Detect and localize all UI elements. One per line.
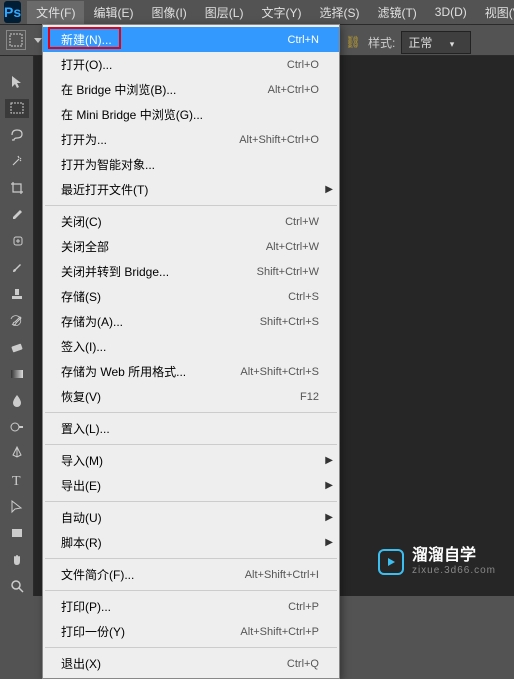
submenu-arrow-icon: ▶ (325, 455, 333, 466)
menu-3d[interactable]: 3D(D) (426, 2, 476, 22)
menu-item[interactable]: 恢复(V)F12 (43, 384, 339, 409)
path-tool[interactable] (5, 497, 29, 517)
menu-item[interactable]: 在 Mini Bridge 中浏览(G)... (43, 102, 339, 127)
menu-separator (45, 205, 337, 206)
menu-separator (45, 412, 337, 413)
move-tool[interactable] (5, 72, 29, 92)
dropdown-arrow-icon[interactable] (34, 36, 42, 44)
menu-type[interactable]: 文字(Y) (252, 1, 310, 24)
submenu-arrow-icon: ▶ (325, 480, 333, 491)
menu-filter[interactable]: 滤镜(T) (368, 1, 425, 24)
menu-item[interactable]: 置入(L)... (43, 416, 339, 441)
marquee-tool[interactable] (5, 99, 29, 119)
zoom-tool[interactable] (5, 576, 29, 596)
menu-item[interactable]: 退出(X)Ctrl+Q (43, 651, 339, 676)
watermark-url: zixue.3d66.com (412, 565, 496, 576)
healing-tool[interactable] (5, 231, 29, 251)
blur-tool[interactable] (5, 391, 29, 411)
menu-item[interactable]: 打开为智能对象... (43, 152, 339, 177)
menu-item[interactable]: 存储为 Web 所用格式...Alt+Shift+Ctrl+S (43, 359, 339, 384)
stamp-tool[interactable] (5, 284, 29, 304)
menu-view[interactable]: 视图(V (476, 1, 514, 24)
gradient-tool[interactable] (5, 364, 29, 384)
svg-text:T: T (12, 474, 21, 488)
menu-file[interactable]: 文件(F) (27, 1, 84, 24)
menu-item[interactable]: 文件简介(F)...Alt+Shift+Ctrl+I (43, 562, 339, 587)
menu-item[interactable]: 打开(O)...Ctrl+O (43, 52, 339, 77)
menu-item[interactable]: 关闭全部Alt+Ctrl+W (43, 234, 339, 259)
menu-item[interactable]: 导出(E)▶ (43, 473, 339, 498)
marquee-tool-icon[interactable] (6, 30, 26, 50)
eyedropper-tool[interactable] (5, 205, 29, 225)
watermark-title: 溜溜自学 (412, 547, 496, 565)
menu-item[interactable]: 打印(P)...Ctrl+P (43, 594, 339, 619)
style-select[interactable]: 正常 ▾ (401, 31, 471, 54)
menu-item[interactable]: 存储为(A)...Shift+Ctrl+S (43, 309, 339, 334)
ps-logo: Ps (4, 1, 21, 23)
menu-item[interactable]: 签入(I)... (43, 334, 339, 359)
crop-tool[interactable] (5, 178, 29, 198)
watermark: 溜溜自学 zixue.3d66.com (378, 547, 496, 576)
menu-item[interactable]: 存储(S)Ctrl+S (43, 284, 339, 309)
menu-item[interactable]: 导入(M)▶ (43, 448, 339, 473)
eraser-tool[interactable] (5, 337, 29, 357)
pen-tool[interactable] (5, 444, 29, 464)
rectangle-tool[interactable] (5, 523, 29, 543)
menu-image[interactable]: 图像(I) (142, 1, 195, 24)
submenu-arrow-icon: ▶ (325, 537, 333, 548)
dodge-tool[interactable] (5, 417, 29, 437)
menu-layer[interactable]: 图层(L) (196, 1, 253, 24)
menu-item[interactable]: 最近打开文件(T)▶ (43, 177, 339, 202)
menu-separator (45, 590, 337, 591)
lasso-tool[interactable] (5, 125, 29, 145)
file-menu-dropdown: 新建(N)...Ctrl+N打开(O)...Ctrl+O在 Bridge 中浏览… (42, 24, 340, 679)
menu-separator (45, 444, 337, 445)
type-tool[interactable]: T (5, 470, 29, 490)
menu-separator (45, 647, 337, 648)
style-label: 样式: (368, 34, 395, 51)
hand-tool[interactable] (5, 550, 29, 570)
menu-item[interactable]: 自动(U)▶ (43, 505, 339, 530)
menu-edit[interactable]: 编辑(E) (84, 1, 142, 24)
menu-item[interactable]: 打印一份(Y)Alt+Shift+Ctrl+P (43, 619, 339, 644)
menubar: Ps 文件(F) 编辑(E) 图像(I) 图层(L) 文字(Y) 选择(S) 滤… (0, 0, 514, 24)
menu-separator (45, 558, 337, 559)
wand-tool[interactable] (5, 152, 29, 172)
menu-item[interactable]: 在 Bridge 中浏览(B)...Alt+Ctrl+O (43, 77, 339, 102)
menu-select[interactable]: 选择(S) (310, 1, 368, 24)
history-brush-tool[interactable] (5, 311, 29, 331)
chain-icon: ⛓ (344, 33, 362, 51)
menu-item[interactable]: 脚本(R)▶ (43, 530, 339, 555)
options-right: ⛓ 样式: 正常 ▾ (344, 28, 514, 56)
menu-item[interactable]: 新建(N)...Ctrl+N (43, 27, 339, 52)
watermark-play-icon (378, 549, 404, 575)
tool-palette: T (0, 56, 34, 596)
menu-item[interactable]: 打开为...Alt+Shift+Ctrl+O (43, 127, 339, 152)
menu-item[interactable]: 关闭并转到 Bridge...Shift+Ctrl+W (43, 259, 339, 284)
submenu-arrow-icon: ▶ (325, 512, 333, 523)
menu-item[interactable]: 关闭(C)Ctrl+W (43, 209, 339, 234)
brush-tool[interactable] (5, 258, 29, 278)
menu-separator (45, 501, 337, 502)
submenu-arrow-icon: ▶ (325, 184, 333, 195)
